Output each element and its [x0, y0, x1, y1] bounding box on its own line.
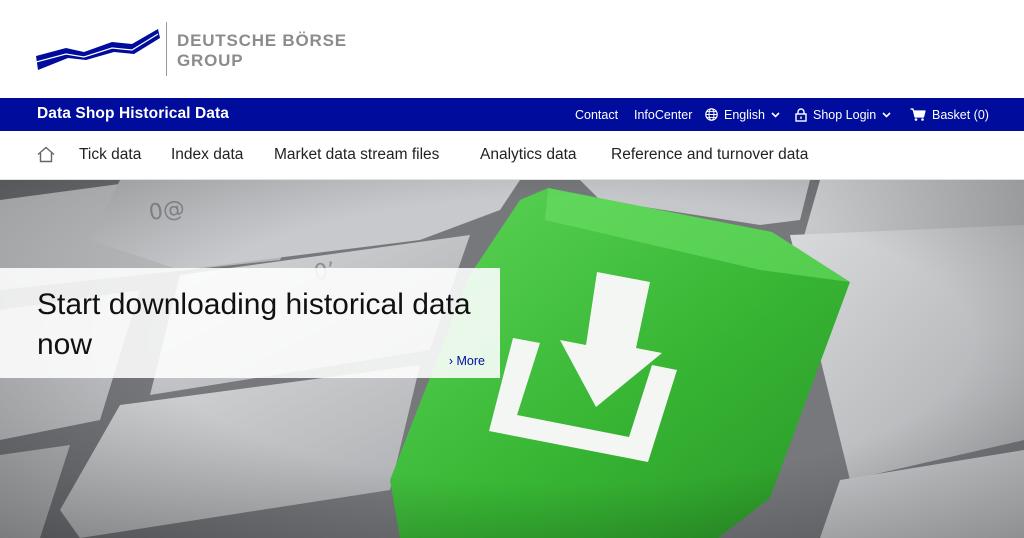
nav-item-analytics-data[interactable]: Analytics data	[480, 146, 577, 164]
hero-title: Start downloading historical data now	[37, 288, 471, 361]
deutsche-boerse-logo-icon[interactable]	[36, 26, 160, 72]
nav-item-market-data-stream-files[interactable]: Market data stream files	[274, 146, 439, 164]
nav-item-index-data[interactable]: Index data	[171, 146, 243, 164]
language-label: English	[724, 107, 765, 122]
nav-item-tick-data[interactable]: Tick data	[79, 146, 141, 164]
main-navigation: Tick data Index data Market data stream …	[0, 131, 1024, 180]
infocenter-label: InfoCenter	[634, 107, 693, 122]
basket-link[interactable]: Basket (0)	[910, 98, 989, 131]
chevron-down-icon	[771, 111, 780, 118]
logo-header: DEUTSCHE BÖRSE GROUP	[0, 0, 1024, 98]
logo-line-1: DEUTSCHE BÖRSE	[177, 31, 347, 50]
contact-label: Contact	[575, 107, 619, 122]
globe-icon	[705, 108, 718, 121]
hero-banner: 0@ 0’ Start downloading historical data …	[0, 180, 1024, 538]
shop-login-menu[interactable]: Shop Login	[795, 98, 891, 131]
logo-line-2: GROUP	[177, 51, 244, 70]
nav-item-reference-and-turnover-data[interactable]: Reference and turnover data	[611, 146, 808, 164]
infocenter-link[interactable]: InfoCenter	[634, 98, 692, 131]
chevron-down-icon	[882, 111, 891, 118]
logo-wordmark[interactable]: DEUTSCHE BÖRSE GROUP	[177, 31, 347, 71]
lock-icon	[795, 107, 807, 122]
basket-label: Basket (0)	[932, 107, 989, 122]
top-bar: Data Shop Historical Data Contact InfoCe…	[0, 98, 1024, 131]
home-icon[interactable]	[37, 146, 55, 163]
language-selector[interactable]: English	[705, 98, 780, 131]
cart-icon	[910, 108, 926, 121]
more-link[interactable]: › More	[449, 354, 485, 368]
logo-divider	[166, 22, 167, 76]
site-title[interactable]: Data Shop Historical Data	[37, 105, 229, 123]
contact-link[interactable]: Contact	[575, 98, 618, 131]
shop-login-label: Shop Login	[813, 107, 877, 122]
hero-teaser: Start downloading historical data now › …	[0, 268, 500, 378]
